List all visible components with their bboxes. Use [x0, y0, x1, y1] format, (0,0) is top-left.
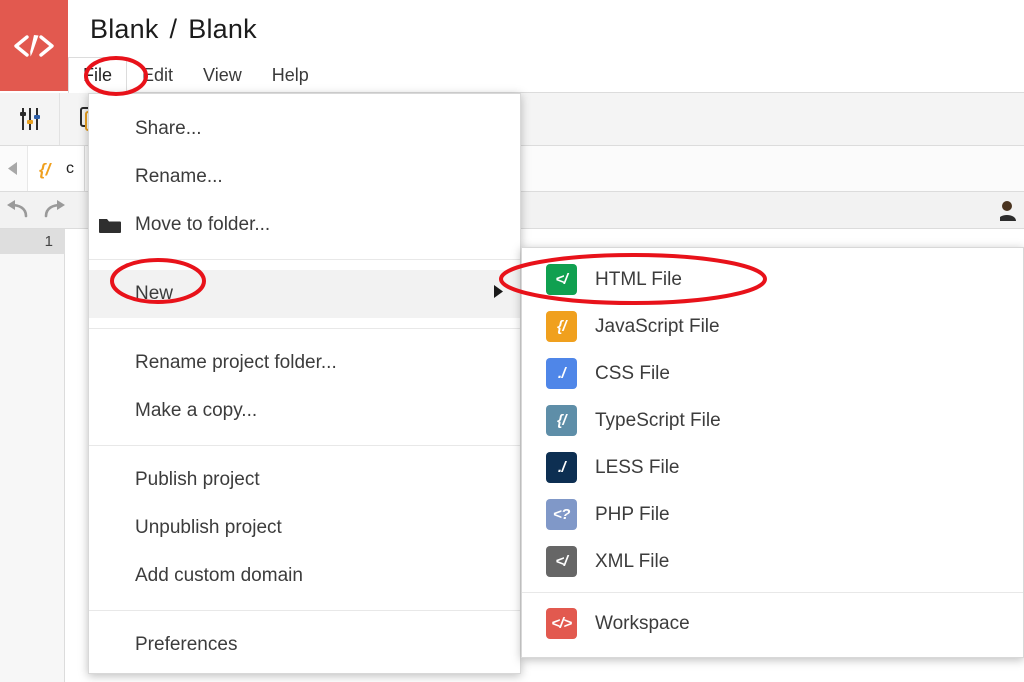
submenu-item-xml-file[interactable]: </ XML File: [522, 538, 1023, 585]
file-menu-divider-2: [89, 328, 520, 329]
sliders-settings-icon: [19, 108, 40, 130]
submenu-item-typescript-file[interactable]: {/ TypeScript File: [522, 397, 1023, 444]
menu-item-rename[interactable]: Rename...: [89, 153, 520, 201]
breadcrumb-file[interactable]: Blank: [188, 14, 257, 45]
submenu-item-typescript-file-label: TypeScript File: [595, 409, 721, 431]
menubar-item-help-label: Help: [271, 65, 309, 85]
user-avatar-icon: [1000, 201, 1016, 221]
svg-text:{/: {/: [39, 160, 53, 179]
undo-arrow-icon: [7, 200, 28, 218]
typescript-file-icon: {/: [546, 405, 577, 436]
submenu-item-xml-file-label: XML File: [595, 550, 670, 572]
xml-file-icon: </: [546, 546, 577, 577]
menu-item-new-label: New: [135, 283, 174, 304]
triangle-right-icon: [493, 283, 504, 305]
new-file-submenu: </ HTML File {/ JavaScript File ./ CSS F…: [521, 247, 1024, 658]
redo-button[interactable]: [36, 192, 72, 228]
menu-item-rename-project-folder[interactable]: Rename project folder...: [89, 339, 520, 387]
folder-icon: [96, 216, 124, 234]
file-dropdown-menu: Share... Rename... Move to folder... New: [88, 93, 521, 674]
menu-item-make-a-copy-label: Make a copy...: [135, 400, 258, 421]
menubar-item-edit-label: Edit: [142, 65, 174, 85]
file-menu-divider-3: [89, 445, 520, 446]
menu-item-make-a-copy[interactable]: Make a copy...: [89, 387, 520, 435]
menubar-item-help[interactable]: Help: [257, 57, 324, 93]
file-menu-group-4: Publish project Unpublish project Add cu…: [89, 454, 520, 602]
css-file-icon: ./: [546, 358, 577, 389]
submenu-item-less-file[interactable]: ./ LESS File: [522, 444, 1023, 491]
gutter-line-number: 1: [0, 229, 65, 254]
file-menu-group-1: Share... Rename... Move to folder...: [89, 103, 520, 251]
menu-item-preferences-label: Preferences: [135, 634, 238, 655]
menu-item-publish-project-label: Publish project: [135, 469, 260, 490]
javascript-file-icon: {/: [546, 311, 577, 342]
menu-item-new[interactable]: New: [89, 270, 520, 318]
submenu-item-css-file[interactable]: ./ CSS File: [522, 350, 1023, 397]
menubar-item-view[interactable]: View: [188, 57, 257, 93]
file-menu-group-2: New: [89, 268, 520, 320]
submenu-item-javascript-file[interactable]: {/ JavaScript File: [522, 303, 1023, 350]
menu-item-move-to-folder-label: Move to folder...: [135, 214, 271, 235]
code-pencil-logo-icon: [14, 34, 54, 57]
tab-scroll-left-button[interactable]: [0, 146, 28, 191]
settings-button[interactable]: [0, 93, 60, 145]
menu-item-share[interactable]: Share...: [89, 105, 520, 153]
menu-item-add-custom-domain[interactable]: Add custom domain: [89, 552, 520, 600]
breadcrumb-separator: /: [169, 14, 178, 44]
submenu-item-html-file-label: HTML File: [595, 268, 682, 290]
submenu-divider: [522, 592, 1023, 593]
submenu-item-less-file-label: LESS File: [595, 456, 680, 478]
submenu-item-css-file-label: CSS File: [595, 362, 670, 384]
submenu-item-html-file[interactable]: </ HTML File: [522, 256, 1023, 303]
file-tab[interactable]: {/ c: [28, 146, 85, 191]
menu-item-rename-project-folder-label: Rename project folder...: [135, 352, 337, 373]
menubar-item-file[interactable]: File: [68, 57, 128, 93]
html-file-icon: </: [546, 264, 577, 295]
menu-bar: File Edit View Help: [68, 57, 324, 93]
file-menu-group-3: Rename project folder... Make a copy...: [89, 337, 520, 437]
workspace-icon: </>: [546, 608, 577, 639]
menubar-item-file-label: File: [83, 65, 113, 85]
menu-item-publish-project[interactable]: Publish project: [89, 456, 520, 504]
menu-item-unpublish-project-label: Unpublish project: [135, 517, 282, 538]
menu-item-share-label: Share...: [135, 118, 202, 139]
menu-item-rename-label: Rename...: [135, 166, 223, 187]
file-tab-label: c: [66, 159, 74, 177]
chevron-left-icon: [8, 162, 17, 175]
javascript-file-icon: {/: [39, 160, 53, 179]
menu-item-unpublish-project[interactable]: Unpublish project: [89, 504, 520, 552]
less-file-icon: ./: [546, 452, 577, 483]
file-menu-divider-1: [89, 259, 520, 260]
user-avatar[interactable]: [1000, 199, 1020, 221]
submenu-item-php-file-label: PHP File: [595, 503, 670, 525]
file-menu-group-5: Preferences: [89, 619, 520, 671]
menu-item-add-custom-domain-label: Add custom domain: [135, 565, 303, 586]
menu-item-preferences[interactable]: Preferences: [89, 621, 520, 669]
submenu-item-javascript-file-label: JavaScript File: [595, 315, 720, 337]
file-menu-divider-4: [89, 610, 520, 611]
editor-gutter: 1: [0, 229, 65, 682]
submenu-item-workspace-label: Workspace: [595, 612, 690, 634]
submenu-item-php-file[interactable]: <? PHP File: [522, 491, 1023, 538]
breadcrumb-project[interactable]: Blank: [90, 14, 159, 45]
submenu-item-workspace[interactable]: </> Workspace: [522, 600, 1023, 647]
breadcrumb: Blank / Blank: [90, 14, 257, 45]
menubar-item-edit[interactable]: Edit: [127, 57, 188, 93]
php-file-icon: <?: [546, 499, 577, 530]
app-logo[interactable]: [0, 0, 68, 91]
editor-app-window: Blank / Blank File Edit View Help {/ c 1…: [0, 0, 1024, 682]
menubar-item-view-label: View: [203, 65, 242, 85]
undo-button[interactable]: [0, 192, 36, 228]
redo-arrow-icon: [44, 200, 65, 218]
menu-item-move-to-folder[interactable]: Move to folder...: [89, 201, 520, 249]
